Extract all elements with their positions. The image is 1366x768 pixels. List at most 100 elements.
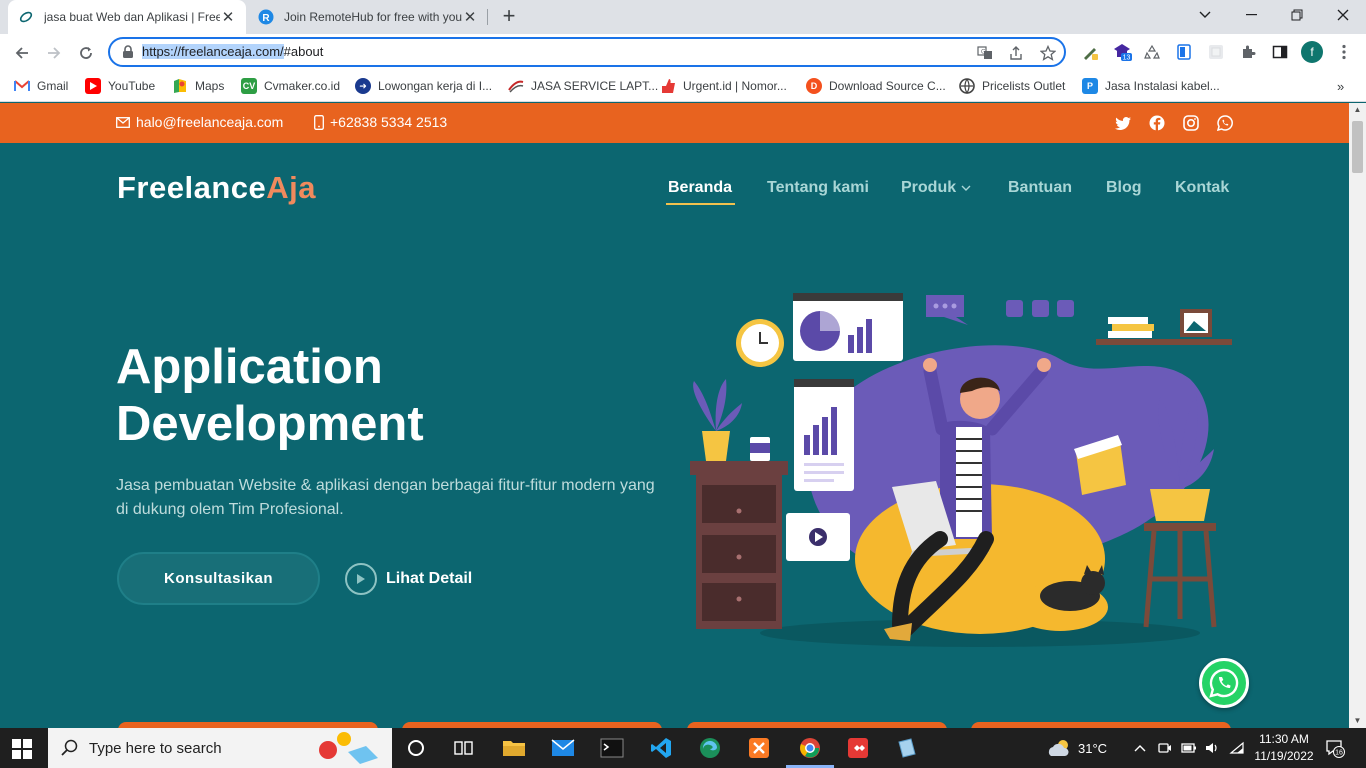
bookmarks-overflow-icon[interactable]: »: [1337, 76, 1344, 96]
whatsapp-floating-button[interactable]: [1199, 658, 1249, 708]
gmail-icon: [14, 78, 30, 94]
edge-icon[interactable]: [696, 734, 724, 762]
clock-date: 11/19/2022: [1254, 749, 1314, 763]
meet-now-icon[interactable]: [1158, 728, 1172, 768]
translate-icon[interactable]: G: [976, 44, 994, 62]
tab-freelanceaja[interactable]: jasa buat Web dan Aplikasi | Free ✕: [8, 0, 246, 34]
tab-remotehub[interactable]: R Join RemoteHub for free with you ✕: [248, 0, 488, 34]
lock-icon[interactable]: [122, 45, 134, 64]
search-icon: [61, 739, 78, 756]
extension-doc-icon[interactable]: [1174, 42, 1194, 62]
anydesk-icon[interactable]: [844, 734, 872, 762]
nav-bantuan[interactable]: Bantuan: [1008, 179, 1072, 197]
page-scrollbar[interactable]: ▲ ▼: [1349, 103, 1366, 728]
phone-text: +62838 5334 2513: [330, 114, 448, 130]
extension-school-icon[interactable]: 13: [1112, 42, 1132, 62]
instagram-icon[interactable]: [1182, 114, 1200, 132]
task-view-icon[interactable]: [450, 734, 478, 762]
lihat-detail-label: Lihat Detail: [386, 570, 473, 587]
phone-link[interactable]: +62838 5334 2513: [314, 114, 447, 130]
hero-section: FreelanceAja Beranda Tentang kami Produk…: [0, 143, 1349, 728]
notification-center-icon[interactable]: 16: [1325, 738, 1345, 758]
bookmark-urgent[interactable]: Urgent.id | Nomor...: [660, 76, 787, 96]
konsultasikan-button[interactable]: Konsultasikan: [117, 552, 320, 605]
hero-title-line2: Development: [116, 397, 424, 451]
bookmark-label: JASA SERVICE LAPT...: [531, 79, 659, 93]
close-tab-icon[interactable]: ✕: [220, 8, 236, 26]
site-logo[interactable]: FreelanceAja: [117, 170, 316, 206]
nav-kontak[interactable]: Kontak: [1175, 179, 1229, 197]
extension-pencil-icon[interactable]: [1080, 42, 1100, 62]
email-text: halo@freelanceaja.com: [136, 114, 284, 130]
envelope-icon: [116, 116, 130, 128]
bookmark-cvmaker[interactable]: CV Cvmaker.co.id: [241, 76, 340, 96]
logo-accent-text: Aja: [266, 170, 317, 205]
notification-count: 16: [1335, 750, 1343, 757]
scroll-up-icon[interactable]: ▲: [1349, 103, 1366, 117]
lihat-detail-button[interactable]: Lihat Detail: [345, 563, 472, 595]
bookmark-youtube[interactable]: YouTube: [85, 76, 155, 96]
chrome-icon[interactable]: [796, 734, 824, 762]
logo-main-text: Freelance: [117, 170, 267, 205]
url-text[interactable]: https://freelanceaja.com/#about: [142, 44, 323, 59]
restore-icon[interactable]: [1274, 0, 1320, 30]
bookmark-maps[interactable]: Maps: [172, 76, 224, 96]
bookmark-label: Pricelists Outlet: [982, 79, 1066, 93]
file-explorer-icon[interactable]: [500, 734, 528, 762]
whatsapp-small-icon[interactable]: [1216, 114, 1234, 132]
nav-produk[interactable]: Produk: [901, 179, 971, 197]
reload-icon[interactable]: [74, 41, 98, 65]
battery-icon[interactable]: [1181, 728, 1197, 768]
weather-widget[interactable]: 31°C: [1046, 728, 1107, 768]
taskbar-search[interactable]: Type here to search: [48, 728, 392, 768]
bookmark-label: Urgent.id | Nomor...: [683, 79, 787, 93]
bookmark-download-source[interactable]: D Download Source C...: [806, 76, 946, 96]
close-window-icon[interactable]: [1320, 0, 1366, 30]
bookmark-label: YouTube: [108, 79, 156, 93]
nav-blog[interactable]: Blog: [1106, 179, 1142, 197]
bookmark-star-icon[interactable]: [1039, 44, 1057, 62]
email-link[interactable]: halo@freelanceaja.com: [116, 114, 283, 130]
scroll-down-icon[interactable]: ▼: [1349, 714, 1366, 728]
tab-search-chevron-icon[interactable]: [1182, 0, 1228, 30]
chrome-menu-icon[interactable]: [1334, 42, 1354, 62]
bookmark-gmail[interactable]: Gmail: [14, 76, 68, 96]
vscode-icon[interactable]: [647, 734, 675, 762]
windows-start-icon[interactable]: [12, 739, 32, 759]
notepad-icon[interactable]: [893, 734, 921, 762]
bookmark-label: Lowongan kerja di I...: [378, 79, 493, 93]
side-panel-icon[interactable]: [1270, 42, 1290, 62]
bookmark-lowongan[interactable]: ➜ Lowongan kerja di I...: [355, 76, 492, 96]
back-arrow-icon[interactable]: [10, 41, 34, 65]
extensions-puzzle-icon[interactable]: [1238, 42, 1258, 62]
extension-grid-icon[interactable]: [1206, 42, 1226, 62]
download-icon: D: [806, 78, 822, 94]
scrollbar-thumb[interactable]: [1352, 121, 1363, 173]
close-tab-icon[interactable]: ✕: [462, 8, 478, 26]
new-tab-icon[interactable]: +: [498, 5, 520, 27]
url-selected-part: https://freelanceaja.com/: [142, 44, 284, 59]
cortana-icon[interactable]: [402, 734, 430, 762]
nav-active-underline: [666, 203, 735, 205]
address-bar[interactable]: https://freelanceaja.com/#about G: [108, 37, 1066, 67]
mail-icon[interactable]: [549, 734, 577, 762]
extension-recycle-icon[interactable]: [1142, 42, 1162, 62]
nav-tentang-kami[interactable]: Tentang kami: [767, 179, 869, 197]
bookmark-jasa-instalasi[interactable]: P Jasa Instalasi kabel...: [1082, 76, 1220, 96]
xampp-icon[interactable]: [745, 734, 773, 762]
volume-icon[interactable]: [1205, 728, 1219, 768]
minimize-icon[interactable]: [1228, 0, 1274, 30]
hero-description: Jasa pembuatan Website & aplikasi dengan…: [116, 477, 655, 518]
system-clock[interactable]: 11:30 AM 11/19/2022: [1250, 731, 1318, 765]
wifi-icon[interactable]: [1229, 728, 1245, 768]
profile-avatar[interactable]: f: [1301, 41, 1323, 63]
share-icon[interactable]: [1007, 44, 1025, 62]
forward-arrow-icon[interactable]: [42, 41, 66, 65]
facebook-icon[interactable]: [1148, 114, 1166, 132]
terminal-icon[interactable]: [598, 734, 626, 762]
nav-beranda[interactable]: Beranda: [668, 179, 732, 197]
show-hidden-icons-icon[interactable]: [1134, 728, 1146, 768]
twitter-icon[interactable]: [1114, 114, 1132, 132]
bookmark-pricelists[interactable]: Pricelists Outlet: [959, 76, 1065, 96]
bookmark-jasa-service[interactable]: JASA SERVICE LAPT...: [508, 76, 658, 96]
